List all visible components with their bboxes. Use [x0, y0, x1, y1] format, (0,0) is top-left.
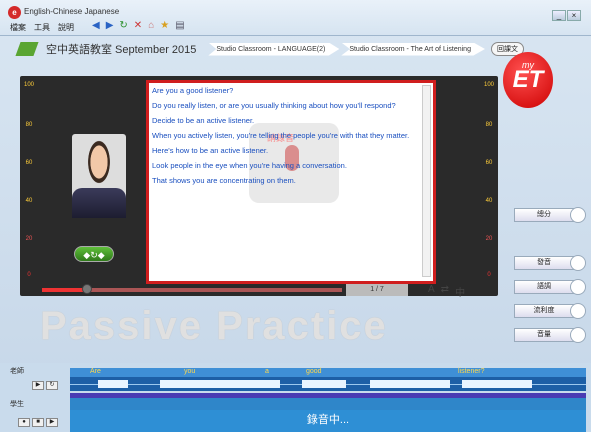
- myet-logo: my ET: [503, 52, 553, 108]
- fluency-button[interactable]: 流利度: [514, 304, 574, 318]
- minimize-icon[interactable]: _: [552, 10, 566, 21]
- swap-icon[interactable]: ⇄: [441, 284, 449, 299]
- stop-icon[interactable]: ✕: [134, 20, 142, 31]
- student-stop-icon[interactable]: ■: [32, 418, 44, 427]
- volume-button[interactable]: 音量: [514, 328, 574, 342]
- title-bar: e English-Chinese Japanese 檔案 工具 說明 ◀ ▶ …: [0, 0, 591, 36]
- waveform-segment: [462, 380, 532, 388]
- meter-tick: 20: [485, 236, 493, 242]
- right-level-meter: 100 80 60 40 20 0: [482, 76, 496, 278]
- transcript-scrollbar[interactable]: [422, 85, 431, 277]
- back-icon[interactable]: ◀: [92, 20, 100, 31]
- student-controls: ● ■ ▶: [18, 418, 58, 427]
- meter-tick: 60: [25, 160, 33, 166]
- timeline-word[interactable]: a: [265, 368, 269, 375]
- forward-icon[interactable]: ▶: [106, 20, 114, 31]
- pronunciation-button[interactable]: 發音: [514, 256, 574, 270]
- transcript-line[interactable]: Are you a good listener?: [152, 86, 419, 95]
- speaker-avatar-shirt: [72, 188, 126, 218]
- intonation-toggle[interactable]: [570, 279, 586, 295]
- waveform-segment: [98, 380, 128, 388]
- timeline-word[interactable]: Are: [90, 368, 101, 375]
- close-icon[interactable]: ×: [567, 10, 581, 21]
- timeline-word[interactable]: you: [184, 368, 195, 375]
- menu-tools[interactable]: 工具: [34, 22, 50, 33]
- new-badge: [15, 42, 39, 56]
- logo-big-text: ET: [512, 66, 544, 93]
- home-icon[interactable]: ⌂: [148, 20, 154, 31]
- menu-file[interactable]: 檔案: [10, 22, 26, 33]
- word-timeline: Are you a good listener?: [70, 368, 586, 377]
- page-counter: 1 / 7: [346, 284, 408, 296]
- progress-knob[interactable]: [82, 284, 92, 294]
- app-logo-icon: e: [8, 6, 21, 19]
- transcript-lines: Are you a good listener? Do you really l…: [152, 86, 419, 277]
- intonation-button[interactable]: 語調: [514, 280, 574, 294]
- breadcrumb-article[interactable]: Studio Classroom - The Art of Listening: [341, 42, 485, 56]
- chinese-toggle-icon[interactable]: 中: [455, 284, 465, 299]
- transcript-line[interactable]: Here's how to be an active listener.: [152, 146, 419, 155]
- breadcrumb-main[interactable]: 空中英語教室 September 2015: [46, 41, 196, 57]
- waveform-segment: [302, 380, 346, 388]
- meter-tick: 20: [25, 236, 33, 242]
- recording-status: 錄音中...: [70, 410, 586, 432]
- transcript-line[interactable]: Decide to be an active listener.: [152, 116, 419, 125]
- meter-tick: 0: [487, 272, 491, 278]
- total-score-button[interactable]: 總分: [514, 208, 574, 222]
- pronunciation-toggle[interactable]: [570, 255, 586, 271]
- breadcrumb-lesson[interactable]: Studio Classroom - LANGUAGE(2): [208, 42, 340, 56]
- meter-tick: 40: [485, 198, 493, 204]
- fluency-toggle[interactable]: [570, 303, 586, 319]
- teacher-play-icon[interactable]: ▶: [32, 381, 44, 390]
- meter-tick: 0: [27, 272, 31, 278]
- teacher-loop-icon[interactable]: ↻: [46, 381, 58, 390]
- timeline-word[interactable]: listener?: [458, 368, 484, 375]
- menu-help[interactable]: 說明: [58, 22, 74, 33]
- menu-bar: 檔案 工具 說明: [10, 22, 74, 33]
- teacher-waveform[interactable]: [70, 377, 586, 391]
- student-play-icon[interactable]: ▶: [46, 418, 58, 427]
- print-icon[interactable]: ▤: [175, 20, 184, 31]
- student-waveform[interactable]: [70, 398, 586, 410]
- mode-caption: Passive Practice: [40, 304, 388, 348]
- transcript-line[interactable]: That shows you are concentrating on them…: [152, 176, 419, 185]
- meter-tick: 80: [25, 122, 33, 128]
- transcript-line[interactable]: Look people in the eye when you're havin…: [152, 161, 419, 170]
- transcript-panel: 請錄音 Are you a good listener? Do you real…: [146, 80, 436, 284]
- window-controls: _ ×: [552, 10, 581, 21]
- play-audio-button[interactable]: ◆↻◆: [74, 246, 114, 262]
- volume-toggle[interactable]: [570, 327, 586, 343]
- teacher-label: 老師: [10, 368, 24, 375]
- breadcrumb: 空中英語教室 September 2015 Studio Classroom -…: [15, 40, 524, 58]
- transcript-line[interactable]: Do you really listen, or are you usually…: [152, 101, 419, 110]
- meter-tick: 100: [483, 82, 494, 88]
- toolbar: ◀ ▶ ↻ ✕ ⌂ ★ ▤: [92, 20, 185, 31]
- waveform-segment: [370, 380, 450, 388]
- text-size-icon[interactable]: A: [428, 284, 435, 299]
- meter-tick: 60: [485, 160, 493, 166]
- left-level-meter: 100 80 60 40 20 0: [22, 76, 36, 278]
- teacher-controls: ▶ ↻: [32, 381, 58, 390]
- meter-tick: 100: [23, 82, 34, 88]
- meter-tick: 80: [485, 122, 493, 128]
- transcript-line[interactable]: When you actively listen, you're telling…: [152, 131, 419, 140]
- star-icon[interactable]: ★: [160, 20, 169, 31]
- app-title: English-Chinese Japanese: [24, 7, 120, 16]
- refresh-icon[interactable]: ↻: [119, 20, 127, 31]
- progress-fill: [42, 288, 87, 292]
- meter-tick: 40: [25, 198, 33, 204]
- student-record-icon[interactable]: ●: [18, 418, 30, 427]
- student-label: 學生: [10, 401, 24, 408]
- waveform-segment: [160, 380, 280, 388]
- player-controls: A ⇄ 中: [428, 284, 465, 299]
- playback-progress[interactable]: [42, 284, 342, 294]
- total-score-toggle[interactable]: [570, 207, 586, 223]
- timeline-word[interactable]: good: [306, 368, 322, 375]
